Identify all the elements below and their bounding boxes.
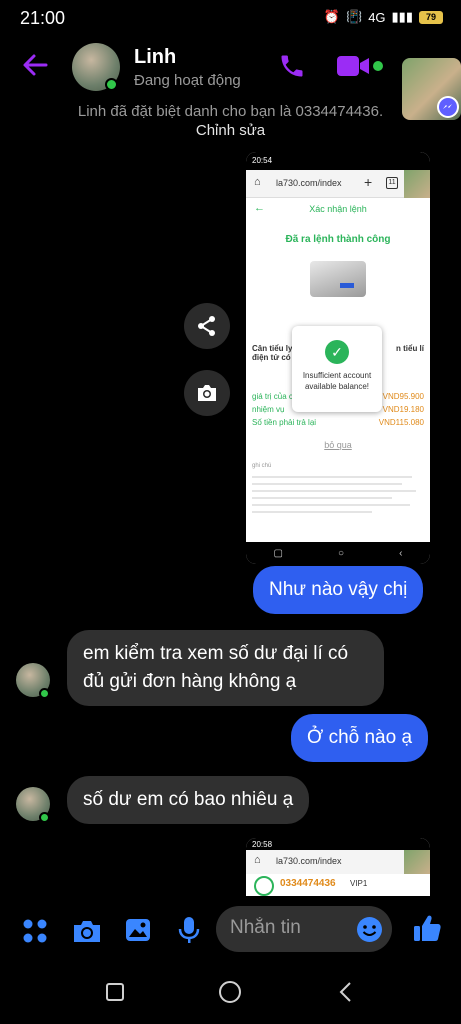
camera-icon [198, 385, 216, 401]
skip-link: bỏ qua [324, 440, 352, 450]
message-bubble-outgoing[interactable]: Ở chỗ nào ạ [291, 714, 429, 762]
shared-screenshot-image[interactable]: 20:54 ⌂ la730.com/index + 11 ← Xác nhận … [246, 152, 430, 564]
message-bubble-outgoing[interactable]: Như nào vậy chị [253, 566, 424, 614]
microphone-icon[interactable] [178, 916, 200, 944]
success-text: Đã ra lệnh thành công [285, 234, 391, 245]
phone-icon[interactable] [278, 52, 306, 80]
activity-status: Đang hoạt động [134, 72, 241, 89]
status-icons: ⏰ 📳 4G ▮▮▮ 79 [324, 9, 443, 25]
account-number: 0334474436 [280, 878, 336, 889]
video-icon[interactable] [336, 54, 370, 78]
online-indicator [105, 78, 118, 91]
screenshot-url: la730.com/index [276, 856, 342, 866]
product-title-right: n tiểu lí [396, 344, 424, 353]
screenshot-url-bar: ⌂ la730.com/index [246, 850, 430, 874]
vibrate-icon: 📳 [346, 9, 363, 24]
message-input-container [216, 906, 392, 952]
row-label: Số tiền phải trả lại [252, 418, 317, 427]
product-title-line2: điện tử có [252, 353, 291, 362]
status-time: 21:00 [20, 8, 66, 28]
save-image-button[interactable] [184, 370, 230, 416]
row-value: VND95.900 [382, 392, 424, 401]
screenshot-url-bar: ⌂ la730.com/index + 11 [246, 170, 430, 198]
message-composer [0, 900, 461, 960]
screenshot-status-bar: 20:54 [246, 152, 430, 170]
home-icon: ⌂ [254, 176, 261, 188]
back-chevron-icon[interactable] [338, 981, 352, 1003]
system-message: Linh đã đặt biệt danh cho bạn là 0334474… [77, 103, 384, 120]
emoji-icon[interactable] [356, 916, 383, 943]
site-logo [254, 876, 274, 896]
recents-icon[interactable] [105, 982, 125, 1002]
product-title-left: Cân tiểu ly [252, 344, 293, 353]
online-indicator [39, 688, 50, 699]
gallery-icon[interactable] [124, 917, 152, 943]
screenshot-thumbnail [404, 850, 430, 874]
apps-grid-icon[interactable] [22, 918, 48, 944]
message-bubble-incoming[interactable]: em kiểm tra xem số dư đại lí có đủ gửi đ… [67, 630, 384, 706]
share-icon [198, 316, 215, 336]
screenshot-url: la730.com/index [276, 178, 342, 188]
conversation-header: Linh Đang hoạt động [0, 38, 461, 102]
online-indicator [39, 812, 50, 823]
insufficient-balance-dialog: ✓ Insufficient account available balance… [292, 326, 382, 412]
row-value: VND19.180 [382, 405, 424, 414]
home-circle-icon: ○ [338, 547, 345, 559]
notes-title: ghi chú [252, 463, 272, 469]
battery-icon: 79 [419, 10, 443, 24]
message-bubble-incoming[interactable]: số dư em có bao nhiêu ạ [67, 776, 310, 824]
row-label: nhiệm vụ [252, 405, 285, 414]
like-thumb-icon[interactable] [412, 913, 442, 943]
summary-row: Số tiền phải trả lại VND115.080 [252, 418, 424, 431]
shared-screenshot-image[interactable]: 20:58 ⌂ la730.com/index 0334474436 VIP1 [246, 838, 430, 896]
row-value: VND115.080 [378, 418, 424, 427]
back-arrow-icon[interactable] [20, 50, 50, 80]
notes-section: ghi chú [252, 462, 424, 513]
signal-icon: ▮▮▮ [391, 9, 413, 24]
product-image [310, 261, 366, 297]
camera-icon[interactable] [72, 918, 102, 944]
check-icon: ✓ [325, 340, 349, 364]
screenshot-status-bar: 20:58 [246, 838, 430, 850]
alarm-icon: ⏰ [323, 9, 340, 24]
screenshot-page-title: Xác nhận lệnh [309, 204, 367, 214]
screenshot-page-header: ← Xác nhận lệnh [246, 198, 430, 220]
message-input[interactable] [230, 917, 350, 939]
plus-icon: + [364, 174, 373, 190]
vip-badge: VIP1 [350, 879, 368, 888]
back-arrow-icon: ← [254, 202, 265, 214]
dialog-message: Insufficient account available balance! [302, 371, 372, 391]
home-circle-icon[interactable] [218, 980, 242, 1004]
share-button[interactable] [184, 303, 230, 349]
screenshot-nav-bar: ▢ ○ ‹ [246, 542, 430, 564]
video-online-dot [373, 61, 383, 71]
system-navigation-bar [0, 962, 461, 1024]
home-icon: ⌂ [254, 854, 261, 866]
network-label: 4G [368, 9, 386, 25]
recents-icon: ▢ [273, 547, 283, 559]
back-chevron-icon: ‹ [399, 547, 403, 559]
screenshot-thumbnail [404, 170, 430, 198]
tab-count: 11 [386, 177, 398, 189]
contact-name[interactable]: Linh [134, 46, 176, 69]
edit-nickname-link[interactable]: Chỉnh sửa [0, 122, 461, 139]
row-label: giá trị của c [252, 392, 293, 401]
status-bar: 21:00 ⏰ 📳 4G ▮▮▮ 79 [0, 0, 461, 36]
